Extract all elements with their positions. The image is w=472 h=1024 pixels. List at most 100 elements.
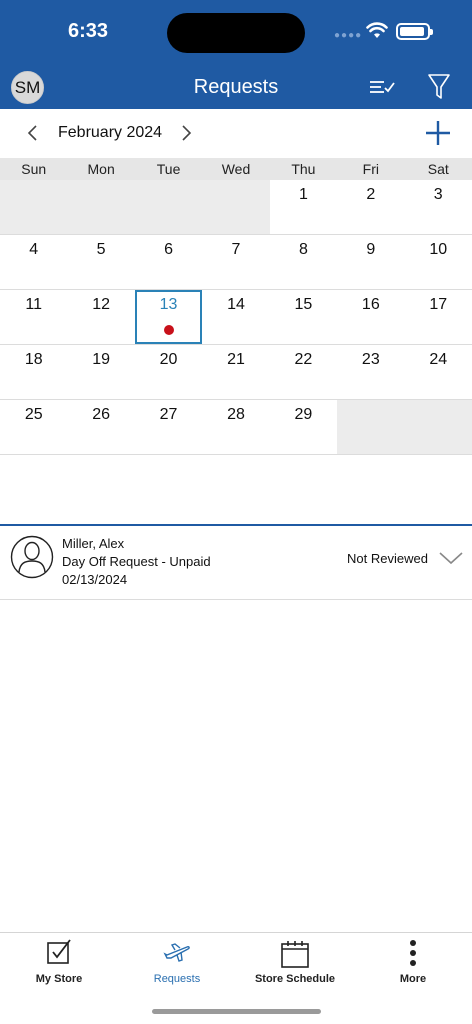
weekday-label: Sun	[21, 161, 47, 177]
calendar-week-row: 11 12 13 14 15 16 17	[0, 290, 472, 345]
calendar-week-row: 4 5 6 7 8 9 10	[0, 235, 472, 290]
status-bar: 6:33 ●●●●	[0, 0, 472, 65]
filter-icon[interactable]	[427, 73, 451, 101]
airplane-icon	[163, 943, 190, 962]
calendar-day[interactable]: 27	[135, 400, 202, 454]
dynamic-island	[167, 13, 305, 53]
calendar-day[interactable]: 24	[405, 345, 472, 399]
calendar-day[interactable]: 14	[202, 290, 269, 344]
calendar-week-row: 25 26 27 28 29	[0, 400, 472, 455]
tab-my-store[interactable]: My Store	[0, 933, 118, 988]
calendar-day-number: 7	[231, 241, 241, 258]
month-navigation: February 2024	[0, 109, 472, 158]
weekday-label: Wed	[221, 161, 251, 177]
calendar-day-number: 10	[429, 241, 448, 258]
tab-requests[interactable]: Requests	[118, 933, 236, 988]
calendar-day-number: 3	[433, 186, 443, 203]
calendar-day-number: 25	[24, 406, 43, 423]
requester-name: Miller, Alex	[62, 536, 125, 551]
calendar-day[interactable]: 9	[337, 235, 404, 289]
chevron-down-icon[interactable]	[438, 550, 464, 566]
request-date: 02/13/2024	[62, 572, 128, 587]
calendar-day[interactable]: 8	[270, 235, 337, 289]
calendar-day[interactable]: 26	[67, 400, 134, 454]
calendar-day-number: 26	[92, 406, 111, 423]
calendar-day[interactable]: 15	[270, 290, 337, 344]
calendar-day-number: 19	[92, 351, 111, 368]
weekday-label: Fri	[362, 161, 379, 177]
calendar-day[interactable]: 16	[337, 290, 404, 344]
calendar-day[interactable]: 10	[405, 235, 472, 289]
tab-more[interactable]: More	[354, 933, 472, 988]
calendar-day-number: 11	[25, 296, 43, 313]
calendar-day-number: 24	[429, 351, 448, 368]
month-label: February 2024	[58, 124, 163, 141]
tab-label: More	[399, 973, 427, 985]
calendar-day[interactable]: 13	[134, 290, 203, 344]
calendar-day-number: 16	[361, 296, 380, 313]
calendar-day[interactable]: 6	[135, 235, 202, 289]
calendar-day[interactable]: 7	[202, 235, 269, 289]
calendar-day-number: 1	[298, 186, 308, 203]
calendar-icon	[281, 941, 309, 968]
calendar-day[interactable]: 18	[0, 345, 67, 399]
calendar-day-number: 17	[429, 296, 448, 313]
calendar-day[interactable]: 29	[270, 400, 337, 454]
more-vertical-icon	[410, 940, 416, 966]
calendar-day[interactable]: 5	[67, 235, 134, 289]
calendar-day[interactable]: 21	[202, 345, 269, 399]
tab-bar: My Store Requests Store Schedule More	[0, 932, 472, 988]
calendar-day-number: 28	[227, 406, 245, 423]
calendar-day[interactable]: 1	[270, 180, 337, 234]
list-check-icon[interactable]	[368, 77, 396, 97]
tab-label: Requests	[153, 973, 201, 985]
page-title: Requests	[193, 76, 279, 98]
calendar-day-number: 29	[294, 406, 313, 423]
calendar-day[interactable]: 12	[67, 290, 134, 344]
plus-icon[interactable]	[424, 119, 452, 147]
weekday-label: Sat	[427, 161, 449, 177]
calendar-day-number: 23	[361, 351, 380, 368]
calendar-day-number: 21	[227, 351, 245, 368]
chevron-right-icon[interactable]	[179, 123, 195, 143]
calendar-day[interactable]: 3	[405, 180, 472, 234]
checkbox-icon	[47, 939, 71, 964]
list-item[interactable]: Miller, Alex Day Off Request - Unpaid 02…	[0, 526, 472, 600]
calendar-day-number: 12	[92, 296, 111, 313]
calendar-day-number: 14	[227, 296, 245, 313]
calendar-week-row: 18 19 20 21 22 23 24	[0, 345, 472, 400]
calendar-day-number: 4	[29, 241, 39, 258]
weekday-label: Mon	[87, 161, 115, 177]
calendar-day[interactable]: 28	[202, 400, 269, 454]
calendar-day[interactable]: 22	[270, 345, 337, 399]
calendar-grid: 1 2 3 4 5 6 7 8 9 10 11 12 13 14 15 16 17 18 19 20 21 22 23 24 2…	[0, 180, 472, 455]
calendar-empty-cell	[202, 180, 270, 234]
tab-label: Store Schedule	[254, 973, 336, 985]
calendar-day[interactable]: 2	[337, 180, 404, 234]
battery-icon	[396, 23, 433, 40]
home-indicator	[152, 1009, 321, 1014]
calendar-day[interactable]: 20	[135, 345, 202, 399]
calendar-day[interactable]: 11	[0, 290, 67, 344]
calendar-day[interactable]: 4	[0, 235, 67, 289]
tab-store-schedule[interactable]: Store Schedule	[236, 933, 354, 988]
calendar-week-row: 1 2 3	[0, 180, 472, 235]
calendar-empty-cell	[67, 180, 135, 234]
cellular-signal-icon: ●●●●	[334, 30, 363, 41]
calendar-day-number: 9	[366, 241, 376, 258]
calendar-day[interactable]: 25	[0, 400, 67, 454]
calendar-day-number: 20	[159, 351, 178, 368]
calendar-day[interactable]: 17	[405, 290, 472, 344]
calendar-day-number: 5	[96, 241, 106, 258]
app-header: SM Requests	[0, 65, 472, 109]
chevron-left-icon[interactable]	[24, 123, 40, 143]
calendar-empty-cell	[134, 180, 203, 234]
calendar-day-number: 18	[24, 351, 43, 368]
calendar-empty-cell	[404, 400, 472, 454]
calendar-day[interactable]: 19	[67, 345, 134, 399]
calendar-day-number: 27	[159, 406, 178, 423]
weekday-header: Sun Mon Tue Wed Thu Fri Sat	[0, 158, 472, 180]
event-indicator-dot	[163, 325, 174, 335]
calendar-day[interactable]: 23	[337, 345, 404, 399]
calendar-day-number: 8	[298, 241, 308, 258]
